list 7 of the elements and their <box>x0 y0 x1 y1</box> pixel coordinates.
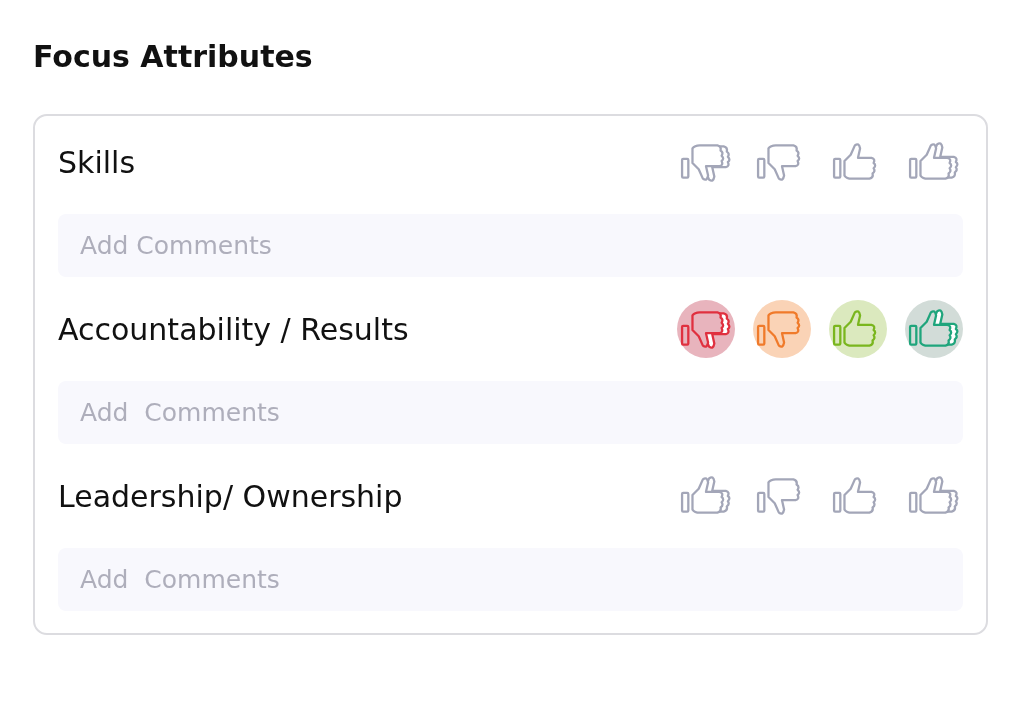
attribute-label: Accountability / Results <box>58 311 409 347</box>
comment-field[interactable]: Add Comments <box>58 381 963 444</box>
comment-field[interactable]: Add Comments <box>58 214 963 277</box>
comment-field[interactable]: Add Comments <box>58 548 963 611</box>
section-title: Focus Attributes <box>33 38 314 76</box>
attribute-label: Leadership/ Ownership <box>58 478 403 514</box>
attribute-label: Skills <box>58 144 136 180</box>
